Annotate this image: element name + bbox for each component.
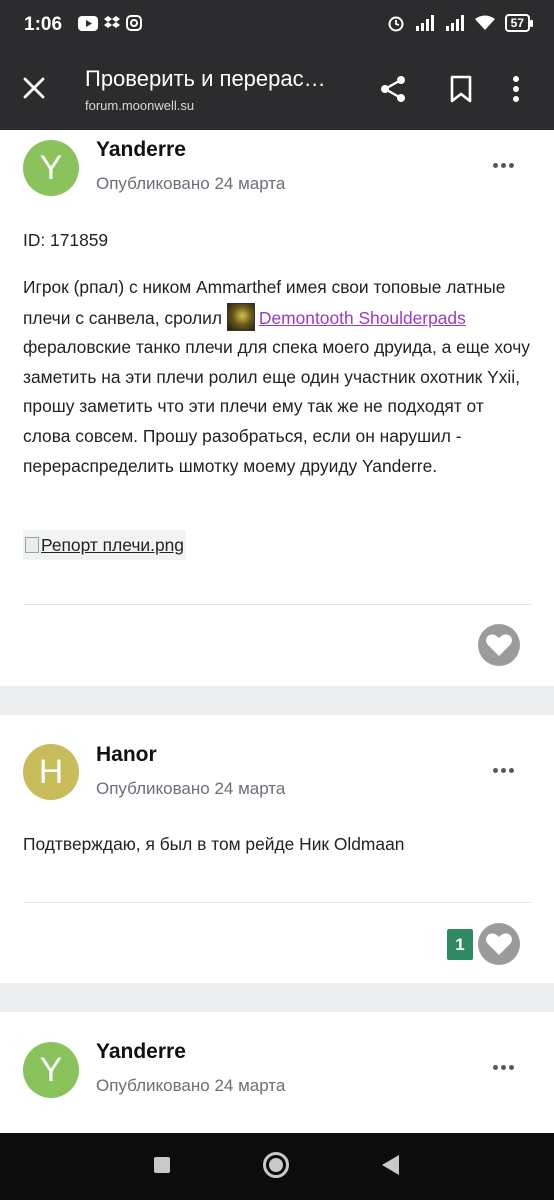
browser-app-bar: Проверить и перерас… forum.moonwell.su — [0, 50, 554, 130]
more-vertical-icon — [513, 76, 519, 102]
post-card: Y Yanderre Опубликовано 24 марта ID: 171… — [0, 130, 554, 686]
back-button[interactable] — [382, 1155, 399, 1175]
home-button[interactable] — [263, 1152, 289, 1178]
close-button[interactable] — [22, 76, 46, 105]
battery-indicator: 57 — [504, 14, 534, 32]
wifi-icon — [474, 15, 495, 30]
post-body: Подтверждаю, я был в том рейде Ник Oldma… — [23, 834, 405, 854]
attachment-image-link[interactable]: Репорт плечи.png — [23, 530, 186, 560]
post-menu-button[interactable] — [493, 1065, 514, 1070]
share-icon — [381, 76, 405, 102]
signal-icon — [415, 15, 434, 31]
close-icon — [23, 77, 45, 99]
item-icon — [226, 302, 255, 331]
broken-image-icon — [25, 537, 39, 553]
avatar[interactable]: H — [23, 744, 79, 800]
signal-icon-2 — [445, 15, 464, 31]
status-time: 1:06 — [24, 14, 63, 35]
youtube-icon — [78, 15, 98, 31]
post-card: H Hanor Опубликовано 24 марта Подтвержда… — [0, 715, 554, 983]
status-bar: 1:06 57 — [0, 0, 554, 50]
post-body: Игрок (рпал) с ником Ammarthef имея свои… — [23, 277, 530, 476]
bookmark-button[interactable] — [449, 75, 473, 108]
like-button[interactable] — [478, 624, 520, 666]
post-author[interactable]: Yanderre — [96, 1040, 186, 1064]
heart-icon — [486, 933, 512, 955]
more-horizontal-icon — [493, 163, 498, 168]
divider — [23, 604, 531, 605]
more-horizontal-icon — [493, 768, 498, 773]
share-button[interactable] — [378, 74, 408, 109]
avatar[interactable]: Y — [23, 140, 79, 196]
more-horizontal-icon — [493, 1065, 498, 1070]
instagram-icon — [126, 15, 142, 31]
post-menu-button[interactable] — [493, 163, 514, 168]
notification-icons — [78, 15, 142, 31]
recent-apps-button[interactable] — [154, 1157, 170, 1173]
dropbox-icon — [104, 16, 120, 28]
reaction-count-badge: 1 — [447, 929, 473, 960]
divider — [23, 902, 531, 903]
post-date: Опубликовано 24 марта — [96, 1076, 286, 1095]
post-author[interactable]: Hanor — [96, 743, 157, 767]
post-card: Y Yanderre Опубликовано 24 марта — [0, 1012, 554, 1133]
item-link[interactable]: Demontooth Shoulderpads — [259, 308, 466, 328]
alarm-icon — [388, 16, 404, 32]
heart-icon — [486, 634, 512, 656]
more-options-button[interactable] — [512, 76, 520, 107]
avatar[interactable]: Y — [23, 1042, 79, 1098]
post-date: Опубликовано 24 марта — [96, 779, 286, 798]
page-url: forum.moonwell.su — [85, 98, 195, 113]
bookmark-icon — [450, 75, 472, 103]
like-button[interactable] — [478, 923, 520, 965]
page-title: Проверить и перерас… — [85, 66, 326, 91]
post-id-line: ID: 171859 — [23, 230, 109, 250]
system-navigation-bar — [0, 1133, 554, 1200]
system-icons: 57 — [387, 14, 534, 32]
post-menu-button[interactable] — [493, 768, 514, 773]
post-author[interactable]: Yanderre — [96, 138, 186, 162]
post-date: Опубликовано 24 марта — [96, 174, 286, 193]
